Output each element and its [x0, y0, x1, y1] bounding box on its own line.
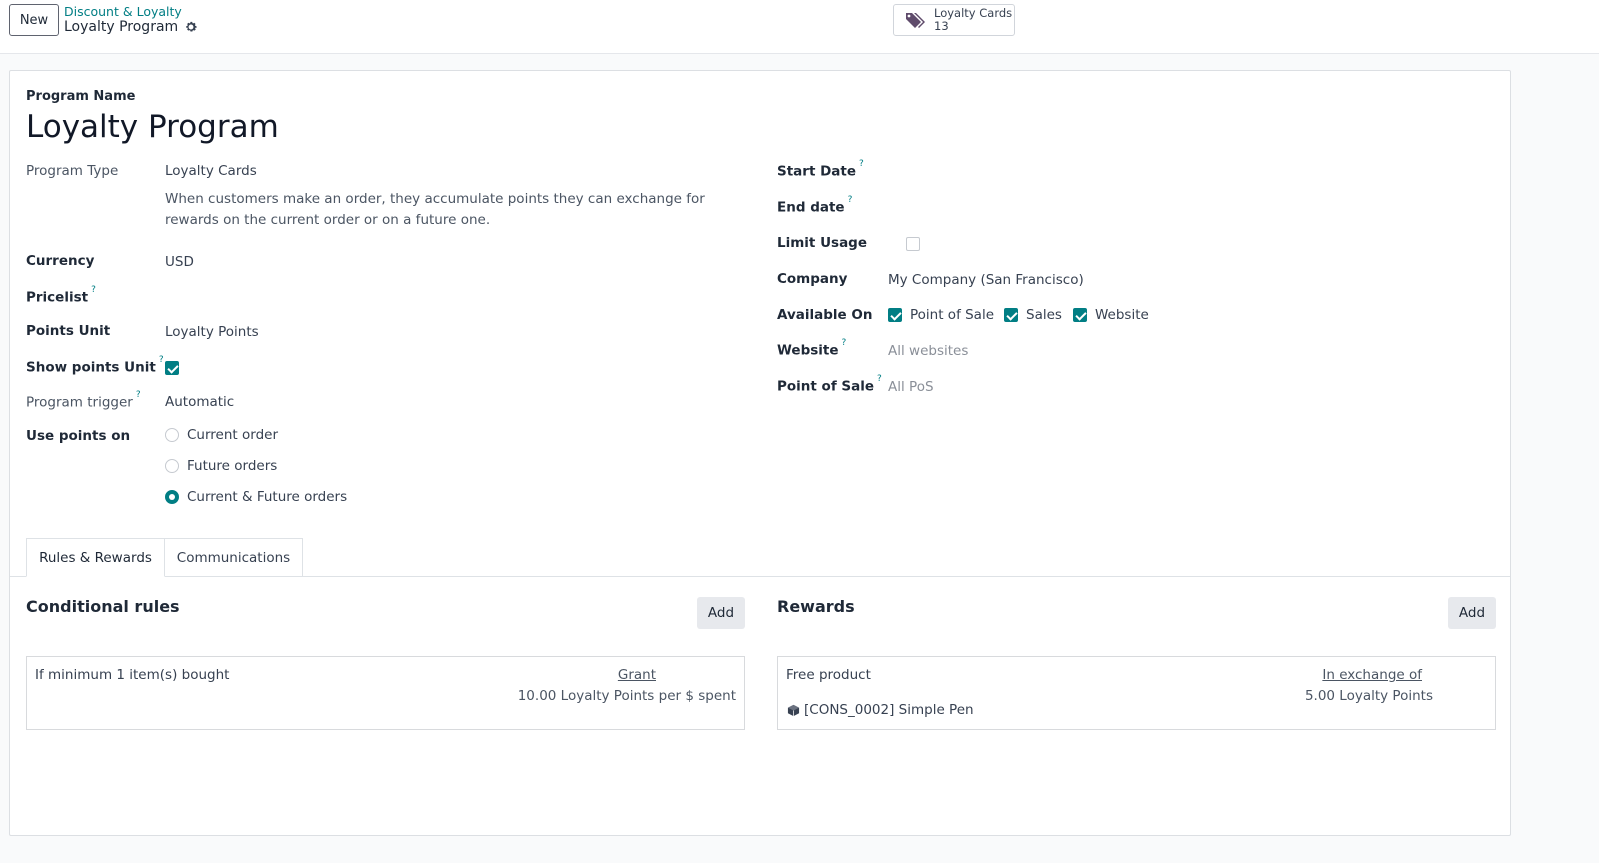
breadcrumb-current: Loyalty Program [64, 19, 198, 35]
rule-grant-value: 10.00 Loyalty Points per $ spent [517, 688, 736, 704]
loyalty-cards-smart-button[interactable]: Loyalty Cards 13 [893, 4, 1015, 36]
program-name-label: Program Name [26, 89, 136, 104]
available-on-website[interactable]: Website [1073, 307, 1149, 323]
reward-product: [CONS_0002] Simple Pen [787, 702, 974, 718]
available-on-sales-checkbox[interactable] [1004, 308, 1018, 322]
start-date-label: Start Date? [777, 159, 864, 180]
point-of-sale-label: Point of Sale? [777, 374, 882, 395]
program-trigger-label: Program trigger? [26, 390, 141, 411]
start-date-help-tooltip[interactable]: ? [859, 159, 864, 169]
program-trigger-label-text: Program trigger [26, 394, 133, 411]
tags-icon [906, 13, 925, 28]
new-button[interactable]: New [9, 4, 59, 36]
form-sheet: Program Name Loyalty Program Program Typ… [9, 70, 1511, 836]
rule-condition: If minimum 1 item(s) bought [35, 667, 230, 683]
radio-current-future-orders-label: Current & Future orders [187, 489, 348, 505]
website-label: Website? [777, 338, 846, 359]
tab-communications[interactable]: Communications [164, 538, 303, 577]
start-date-label-text: Start Date [777, 163, 857, 180]
control-panel: New Discount & Loyalty Loyalty Program L… [0, 0, 1599, 54]
limit-usage-label: Limit Usage [777, 235, 868, 251]
show-points-unit-help-tooltip[interactable]: ? [159, 355, 164, 365]
available-on-pos-checkbox[interactable] [888, 308, 902, 322]
available-on-pos[interactable]: Point of Sale [888, 307, 994, 323]
end-date-help-tooltip[interactable]: ? [848, 195, 853, 205]
available-on-website-checkbox[interactable] [1073, 308, 1087, 322]
tab-rules-rewards[interactable]: Rules & Rewards [26, 538, 165, 577]
radio-current-future-orders-button[interactable] [165, 490, 179, 504]
reward-exchange-label: In exchange of [1322, 667, 1422, 683]
pricelist-help-tooltip[interactable]: ? [91, 285, 96, 295]
radio-current-future-orders[interactable]: Current & Future orders [165, 489, 347, 505]
breadcrumb-current-label: Loyalty Program [64, 19, 179, 35]
point-of-sale-field[interactable]: All PoS [888, 379, 934, 395]
add-reward-button[interactable]: Add [1448, 597, 1496, 629]
rule-card[interactable]: If minimum 1 item(s) bought Grant 10.00 … [26, 656, 745, 730]
point-of-sale-label-text: Point of Sale [777, 378, 875, 395]
reward-type: Free product [786, 667, 871, 683]
limit-usage-checkbox[interactable] [906, 237, 921, 251]
pricelist-label: Pricelist? [26, 285, 96, 306]
available-on-sales[interactable]: Sales [1004, 307, 1062, 323]
rule-grant-label: Grant [617, 667, 656, 683]
show-points-unit-label-text: Show points Unit [26, 359, 156, 376]
radio-current-order-button[interactable] [165, 428, 179, 442]
show-points-unit-checkbox[interactable] [165, 361, 179, 375]
reward-product-name: [CONS_0002] Simple Pen [804, 702, 974, 718]
points-unit-field[interactable]: Loyalty Points [165, 324, 259, 340]
pricelist-label-text: Pricelist [26, 289, 89, 306]
radio-current-order-label: Current order [187, 427, 278, 443]
end-date-field[interactable] [888, 195, 1488, 219]
available-on-pos-label: Point of Sale [910, 307, 995, 323]
add-rule-button[interactable]: Add [697, 597, 745, 629]
currency-label: Currency [26, 253, 95, 269]
gear-icon[interactable] [184, 20, 198, 34]
points-unit-label: Points Unit [26, 323, 111, 339]
conditional-rules-title: Conditional rules [26, 597, 180, 616]
show-points-unit-label: Show points Unit? [26, 355, 164, 376]
available-on-website-label: Website [1095, 307, 1149, 323]
radio-future-orders[interactable]: Future orders [165, 458, 277, 474]
website-field[interactable]: All websites [888, 343, 968, 359]
end-date-label: End date? [777, 195, 852, 216]
reward-card[interactable]: Free product In exchange of 5.00 Loyalty… [777, 656, 1496, 730]
currency-field[interactable]: USD [165, 254, 194, 270]
pricelist-field[interactable] [165, 285, 735, 309]
reward-exchange-value: 5.00 Loyalty Points [1304, 688, 1433, 704]
end-date-label-text: End date [777, 199, 845, 216]
program-trigger-help-tooltip[interactable]: ? [136, 390, 141, 400]
website-label-text: Website [777, 342, 839, 359]
start-date-field[interactable] [888, 159, 1488, 183]
point-of-sale-help-tooltip[interactable]: ? [877, 374, 882, 384]
program-name-input[interactable]: Loyalty Program [26, 109, 279, 145]
available-on-sales-label: Sales [1026, 307, 1062, 323]
radio-current-order[interactable]: Current order [165, 427, 278, 443]
program-type-value[interactable]: Loyalty Cards [165, 163, 257, 179]
cube-icon [787, 704, 800, 716]
radio-future-orders-button[interactable] [165, 459, 179, 473]
rewards-title: Rewards [777, 597, 855, 616]
breadcrumb-parent-link[interactable]: Discount & Loyalty [64, 4, 182, 19]
available-on-label: Available On [777, 307, 873, 323]
program-type-description: When customers make an order, they accum… [165, 191, 705, 228]
program-trigger-value[interactable]: Automatic [165, 394, 234, 410]
smart-button-count: 13 [934, 19, 949, 33]
program-type-label: Program Type [26, 163, 119, 179]
website-help-tooltip[interactable]: ? [842, 338, 847, 348]
company-label: Company [777, 271, 848, 287]
use-points-on-label: Use points on [26, 428, 131, 444]
radio-future-orders-label: Future orders [187, 458, 278, 474]
company-field[interactable]: My Company (San Francisco) [888, 272, 1084, 288]
